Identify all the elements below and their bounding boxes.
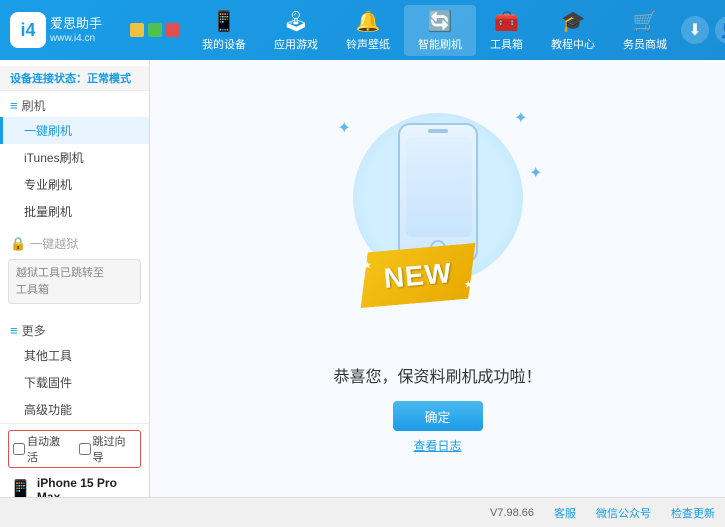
smart-flash-icon: 🔄 bbox=[428, 9, 453, 34]
version-label: V7.98.66 bbox=[490, 507, 534, 519]
service-icon: 🛒 bbox=[633, 9, 658, 34]
new-badge-text: NEW bbox=[382, 257, 453, 295]
nav-app-games-label: 应用游戏 bbox=[274, 36, 318, 52]
nav-smart-flash-label: 智能刷机 bbox=[418, 36, 462, 52]
header: i4 爱思助手 www.i4.cn 📱 我的设备 🕹 应用游戏 🔔 铃声壁纸 🔄… bbox=[0, 0, 725, 60]
device-phone-icon: 📱 bbox=[8, 478, 33, 497]
flash-section-header[interactable]: ≡ 刷机 bbox=[0, 91, 149, 117]
app-games-icon: 🕹 bbox=[283, 9, 308, 34]
sidebar-item-advanced[interactable]: 高级功能 bbox=[0, 396, 149, 423]
my-device-icon: 📱 bbox=[212, 9, 237, 34]
phone-notch bbox=[428, 129, 448, 133]
sidebar-item-one-key-flash[interactable]: 一键刷机 bbox=[0, 117, 149, 144]
app-url: www.i4.cn bbox=[50, 33, 102, 44]
user-button[interactable]: 👤 bbox=[715, 16, 725, 44]
device-name: iPhone 15 Pro Max bbox=[37, 476, 141, 497]
view-log-link[interactable]: 查看日志 bbox=[413, 437, 461, 454]
nav-my-device[interactable]: 📱 我的设备 bbox=[188, 5, 260, 56]
app-name: 爱思助手 bbox=[50, 16, 102, 33]
tutorial-icon: 🎓 bbox=[561, 9, 586, 34]
nav-app-games[interactable]: 🕹 应用游戏 bbox=[260, 5, 332, 56]
window-controls bbox=[130, 23, 180, 37]
minimize-button[interactable] bbox=[130, 23, 144, 37]
status-bar-bottom: V7.98.66 客服 微信公众号 检查更新 bbox=[0, 497, 725, 527]
jailbreak-notice: 越狱工具已跳转至工具箱 bbox=[8, 259, 141, 304]
time-guide-checkbox[interactable] bbox=[79, 443, 91, 455]
sparkle-icon-3: ✦ bbox=[529, 163, 542, 183]
jailbreak-section-header: 🔒 一键越狱 bbox=[0, 229, 149, 255]
check-update-link[interactable]: 检查更新 bbox=[671, 505, 715, 521]
nav-service[interactable]: 🛒 务员商城 bbox=[609, 5, 681, 56]
nav-ringtone-label: 铃声壁纸 bbox=[346, 36, 390, 52]
tools-icon: 🧰 bbox=[494, 9, 519, 34]
sidebar: 设备连接状态：正常模式 ≡ 刷机 一键刷机 iTunes刷机 专业刷机 批量刷机… bbox=[0, 60, 150, 497]
nav-my-device-label: 我的设备 bbox=[202, 36, 246, 52]
sidebar-item-batch-flash[interactable]: 批量刷机 bbox=[0, 198, 149, 225]
new-ribbon: ★ NEW ★ bbox=[355, 243, 479, 308]
device-details: iPhone 15 Pro Max 512GB iPhone bbox=[37, 476, 141, 497]
lock-icon: 🔒 bbox=[10, 236, 26, 252]
sparkle-icon-1: ✦ bbox=[338, 118, 351, 138]
app-logo-icon: i4 bbox=[10, 12, 46, 48]
sidebar-item-pro-flash[interactable]: 专业刷机 bbox=[0, 171, 149, 198]
phone-screen bbox=[406, 137, 472, 237]
auto-activate-label[interactable]: 自动激活 bbox=[13, 433, 71, 465]
nav-tutorial-label: 教程中心 bbox=[551, 36, 595, 52]
more-section-header[interactable]: ≡ 更多 bbox=[0, 316, 149, 342]
sidebar-item-download-firmware[interactable]: 下载固件 bbox=[0, 369, 149, 396]
close-button[interactable] bbox=[166, 23, 180, 37]
nav-tools-label: 工具箱 bbox=[490, 36, 523, 52]
auto-options-row: 自动激活 跳过向导 bbox=[8, 430, 141, 468]
sparkle-icon-2: ✦ bbox=[514, 108, 527, 128]
connection-status: 设备连接状态：正常模式 bbox=[0, 66, 149, 91]
time-guide-label[interactable]: 跳过向导 bbox=[79, 433, 137, 465]
more-section-icon: ≡ bbox=[10, 323, 18, 338]
success-illustration: ✦ ✦ ✦ ★ NEW ★ bbox=[328, 103, 548, 343]
nav-tutorial[interactable]: 🎓 教程中心 bbox=[537, 5, 609, 56]
customer-service-link[interactable]: 客服 bbox=[554, 505, 576, 521]
sidebar-item-itunes-flash[interactable]: iTunes刷机 bbox=[0, 144, 149, 171]
sidebar-item-other-tools[interactable]: 其他工具 bbox=[0, 342, 149, 369]
success-message: 恭喜您，保资料刷机成功啦！ bbox=[333, 363, 541, 387]
download-button[interactable]: ⬇ bbox=[681, 16, 709, 44]
main-nav: 📱 我的设备 🕹 应用游戏 🔔 铃声壁纸 🔄 智能刷机 🧰 工具箱 🎓 教程中心… bbox=[188, 5, 681, 56]
main-layout: 设备连接状态：正常模式 ≡ 刷机 一键刷机 iTunes刷机 专业刷机 批量刷机… bbox=[0, 60, 725, 497]
nav-tools[interactable]: 🧰 工具箱 bbox=[476, 5, 537, 56]
ribbon-star-right: ★ bbox=[463, 279, 473, 291]
logo-text-block: 爱思助手 www.i4.cn bbox=[50, 16, 102, 44]
auto-activate-checkbox[interactable] bbox=[13, 443, 25, 455]
device-info: 📱 iPhone 15 Pro Max 512GB iPhone bbox=[8, 472, 141, 497]
content-area: ✦ ✦ ✦ ★ NEW ★ 恭喜您，保资料刷机成功啦！ 确定 查看日志 bbox=[150, 60, 725, 497]
ribbon-star-left: ★ bbox=[362, 260, 372, 272]
header-right: ⬇ 👤 bbox=[681, 16, 725, 44]
confirm-button[interactable]: 确定 bbox=[393, 401, 483, 431]
nav-smart-flash[interactable]: 🔄 智能刷机 bbox=[404, 5, 476, 56]
restore-button[interactable] bbox=[148, 23, 162, 37]
wechat-link[interactable]: 微信公众号 bbox=[596, 505, 651, 521]
phone-body bbox=[398, 123, 478, 263]
ringtone-icon: 🔔 bbox=[356, 9, 381, 34]
sidebar-bottom: 自动激活 跳过向导 📱 iPhone 15 Pro Max 512GB iPho… bbox=[0, 423, 149, 497]
nav-ringtone[interactable]: 🔔 铃声壁纸 bbox=[332, 5, 404, 56]
logo-area: i4 爱思助手 www.i4.cn bbox=[10, 12, 130, 48]
nav-service-label: 务员商城 bbox=[623, 36, 667, 52]
flash-section-icon: ≡ bbox=[10, 98, 18, 113]
